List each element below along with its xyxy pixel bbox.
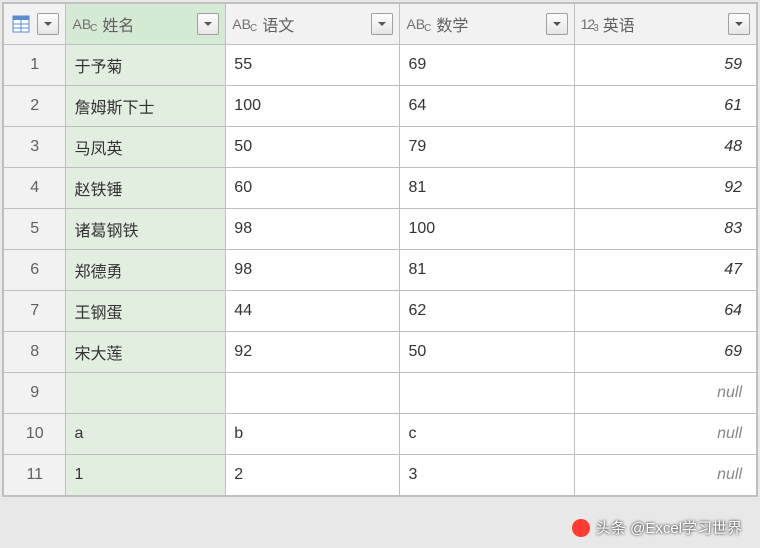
header-name-label: 姓名 <box>102 12 134 36</box>
cell-english[interactable]: null <box>574 455 756 496</box>
header-english-label: 英语 <box>603 12 635 36</box>
header-english[interactable]: 123 英语 <box>574 4 756 45</box>
cell-name[interactable]: 宋大莲 <box>66 332 226 373</box>
text-type-icon: ABC <box>232 16 258 32</box>
cell-math[interactable]: 62 <box>400 291 574 332</box>
cell-english[interactable]: 47 <box>574 250 756 291</box>
cell-chinese[interactable]: 100 <box>226 86 400 127</box>
cell-chinese[interactable]: 92 <box>226 332 400 373</box>
cell-math[interactable]: 50 <box>400 332 574 373</box>
row-number[interactable]: 10 <box>4 414 66 455</box>
cell-chinese[interactable]: 44 <box>226 291 400 332</box>
cell-name[interactable]: a <box>66 414 226 455</box>
cell-math[interactable]: 81 <box>400 250 574 291</box>
table-row[interactable]: 7王钢蛋446264 <box>4 291 757 332</box>
cell-name[interactable]: 郑德勇 <box>66 250 226 291</box>
header-math-label: 数学 <box>436 12 468 36</box>
table-row[interactable]: 11123null <box>4 455 757 496</box>
table-row[interactable]: 10abcnull <box>4 414 757 455</box>
cell-english[interactable]: 59 <box>574 45 756 86</box>
cell-chinese[interactable]: b <box>226 414 400 455</box>
row-number[interactable]: 11 <box>4 455 66 496</box>
row-number[interactable]: 4 <box>4 168 66 209</box>
cell-math[interactable]: 81 <box>400 168 574 209</box>
cell-name[interactable]: 于予菊 <box>66 45 226 86</box>
cell-chinese[interactable]: 50 <box>226 127 400 168</box>
cell-chinese[interactable] <box>226 373 400 414</box>
cell-chinese[interactable]: 98 <box>226 209 400 250</box>
number-type-icon: 123 <box>581 16 599 32</box>
name-dropdown[interactable] <box>197 13 219 35</box>
header-row: ABC 姓名 ABC 语文 ABC 数学 123 英语 <box>4 4 757 45</box>
cell-chinese[interactable]: 55 <box>226 45 400 86</box>
cell-name[interactable]: 王钢蛋 <box>66 291 226 332</box>
query-table: ABC 姓名 ABC 语文 ABC 数学 123 英语 1于予菊5569592詹… <box>2 2 758 497</box>
cell-math[interactable]: 69 <box>400 45 574 86</box>
row-number[interactable]: 9 <box>4 373 66 414</box>
cell-english[interactable]: null <box>574 373 756 414</box>
table-row[interactable]: 3马凤英507948 <box>4 127 757 168</box>
rownum-dropdown[interactable] <box>37 13 59 35</box>
header-chinese[interactable]: ABC 语文 <box>226 4 400 45</box>
cell-name[interactable]: 诸葛钢铁 <box>66 209 226 250</box>
cell-math[interactable]: 3 <box>400 455 574 496</box>
cell-chinese[interactable]: 60 <box>226 168 400 209</box>
table-row[interactable]: 5诸葛钢铁9810083 <box>4 209 757 250</box>
cell-english[interactable]: 83 <box>574 209 756 250</box>
watermark-icon <box>572 519 590 537</box>
table-row[interactable]: 1于予菊556959 <box>4 45 757 86</box>
cell-math[interactable]: 100 <box>400 209 574 250</box>
cell-name[interactable]: 马凤英 <box>66 127 226 168</box>
table-row[interactable]: 9 null <box>4 373 757 414</box>
text-type-icon: ABC <box>72 16 98 32</box>
table-row[interactable]: 6郑德勇988147 <box>4 250 757 291</box>
cell-english[interactable]: 92 <box>574 168 756 209</box>
header-name[interactable]: ABC 姓名 <box>66 4 226 45</box>
cell-name[interactable]: 詹姆斯下士 <box>66 86 226 127</box>
cell-math[interactable] <box>400 373 574 414</box>
header-rownum[interactable] <box>4 4 66 45</box>
row-number[interactable]: 8 <box>4 332 66 373</box>
table-menu-icon[interactable] <box>10 13 32 35</box>
cell-english[interactable]: 69 <box>574 332 756 373</box>
table-row[interactable]: 2詹姆斯下士1006461 <box>4 86 757 127</box>
cell-chinese[interactable]: 2 <box>226 455 400 496</box>
row-number[interactable]: 3 <box>4 127 66 168</box>
table-row[interactable]: 4赵铁锤608192 <box>4 168 757 209</box>
cell-name[interactable] <box>66 373 226 414</box>
cell-math[interactable]: 79 <box>400 127 574 168</box>
chinese-dropdown[interactable] <box>371 13 393 35</box>
cell-english[interactable]: null <box>574 414 756 455</box>
cell-name[interactable]: 赵铁锤 <box>66 168 226 209</box>
cell-name[interactable]: 1 <box>66 455 226 496</box>
row-number[interactable]: 1 <box>4 45 66 86</box>
table-row[interactable]: 8宋大莲925069 <box>4 332 757 373</box>
row-number[interactable]: 5 <box>4 209 66 250</box>
cell-english[interactable]: 64 <box>574 291 756 332</box>
english-dropdown[interactable] <box>728 13 750 35</box>
cell-english[interactable]: 48 <box>574 127 756 168</box>
header-math[interactable]: ABC 数学 <box>400 4 574 45</box>
row-number[interactable]: 2 <box>4 86 66 127</box>
row-number[interactable]: 6 <box>4 250 66 291</box>
text-type-icon: ABC <box>406 16 432 32</box>
header-chinese-label: 语文 <box>262 12 294 36</box>
math-dropdown[interactable] <box>546 13 568 35</box>
cell-chinese[interactable]: 98 <box>226 250 400 291</box>
cell-math[interactable]: 64 <box>400 86 574 127</box>
cell-english[interactable]: 61 <box>574 86 756 127</box>
row-number[interactable]: 7 <box>4 291 66 332</box>
cell-math[interactable]: c <box>400 414 574 455</box>
watermark: 头条 @Excel学习世界 <box>572 517 742 538</box>
watermark-text: 头条 @Excel学习世界 <box>596 517 742 538</box>
